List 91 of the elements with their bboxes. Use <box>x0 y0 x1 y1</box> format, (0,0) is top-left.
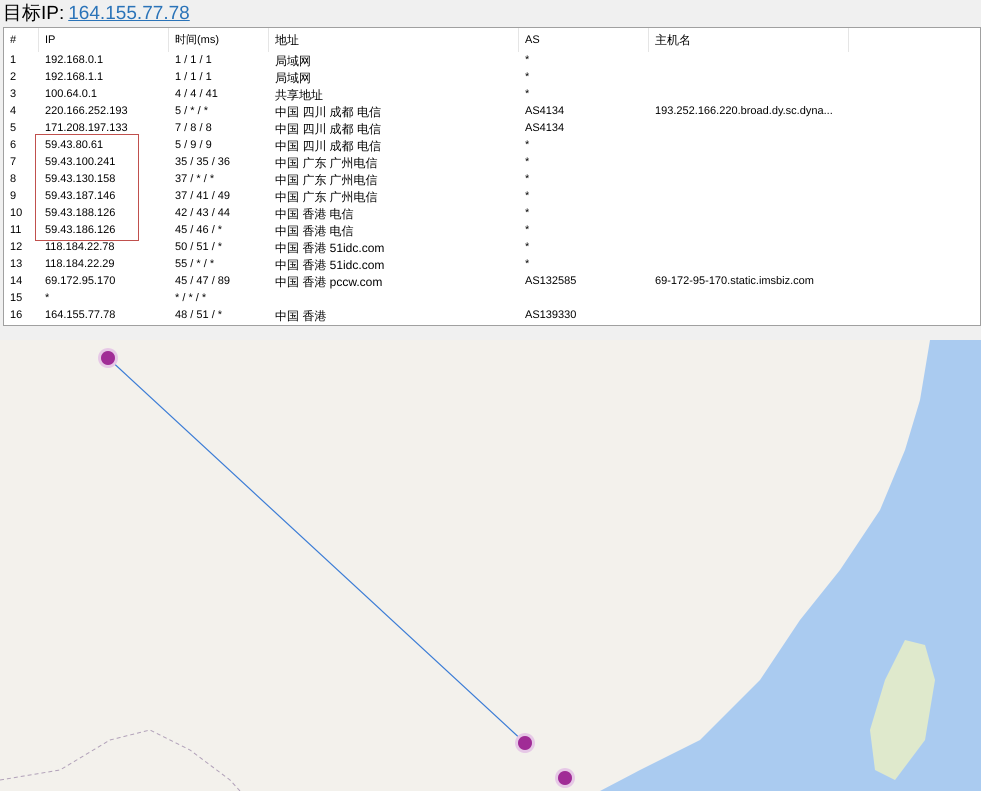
hop-number: 8 <box>10 172 16 188</box>
ip-address: 100.64.0.1 <box>45 87 97 102</box>
location-text: 中国 香港 电信 <box>275 206 354 222</box>
hostname-text: 193.252.166.220.broad.dy.sc.dyna... <box>655 104 833 120</box>
location-marker-icon <box>555 768 575 788</box>
latency-times: 1 / 1 / 1 <box>175 70 212 86</box>
latency-times: 7 / 8 / 8 <box>175 121 212 136</box>
location-text: 中国 广东 广州电信 <box>275 188 378 206</box>
ip-address: 192.168.1.1 <box>45 70 104 86</box>
column-header[interactable]: IP <box>39 28 169 52</box>
location-text: 局域网 <box>275 70 311 86</box>
location-text: 中国 广东 广州电信 <box>275 172 378 188</box>
ip-address: 59.43.130.158 <box>45 172 116 188</box>
latency-times: 5 / 9 / 9 <box>175 138 212 154</box>
latency-times: 37 / * / * <box>175 172 214 188</box>
latency-times: 37 / 41 / 49 <box>175 189 230 204</box>
latency-times: 48 / 51 / * <box>175 308 222 324</box>
ip-address: 171.208.197.133 <box>45 121 128 136</box>
hop-number: 7 <box>10 155 16 170</box>
ip-address: 192.168.0.1 <box>45 53 104 68</box>
as-number: * <box>525 240 530 256</box>
latency-times: 50 / 51 / * <box>175 240 222 256</box>
hop-number: 12 <box>10 240 22 256</box>
ip-address: 118.184.22.78 <box>45 240 115 256</box>
column-header[interactable]: # <box>4 28 39 52</box>
as-number: AS4134 <box>525 104 564 120</box>
location-text: 中国 香港 <box>275 308 326 324</box>
as-number: * <box>525 138 530 154</box>
ip-address: * <box>45 291 50 306</box>
as-number: AS4134 <box>525 121 564 136</box>
ip-address: 164.155.77.78 <box>45 308 116 324</box>
ip-address: 59.43.186.126 <box>45 223 116 238</box>
location-text: 中国 香港 51idc.com <box>275 240 384 256</box>
column-header[interactable]: 主机名 <box>649 28 849 52</box>
hop-number: 13 <box>10 257 22 272</box>
latency-times: 45 / 47 / 89 <box>175 274 230 290</box>
hop-number: 2 <box>10 70 16 86</box>
hop-number: 16 <box>10 308 22 324</box>
location-text: 中国 四川 成都 电信 <box>275 138 382 154</box>
ip-address: 59.43.187.146 <box>45 189 116 204</box>
as-number: * <box>525 87 530 102</box>
as-number: AS139330 <box>525 308 576 324</box>
location-text: 共享地址 <box>275 86 323 104</box>
latency-times: 4 / 4 / 41 <box>175 87 218 102</box>
location-text: 局域网 <box>275 52 311 70</box>
latency-times: 42 / 43 / 44 <box>175 206 230 222</box>
as-number: * <box>525 257 530 272</box>
hostname-text: 69-172-95-170.static.imsbiz.com <box>655 274 814 290</box>
location-text: 中国 广东 广州电信 <box>275 154 378 172</box>
as-number: * <box>525 155 530 170</box>
location-marker-icon <box>98 348 118 368</box>
latency-times: * / * / * <box>175 291 206 306</box>
hop-number: 4 <box>10 104 16 120</box>
hop-number: 14 <box>10 274 22 290</box>
location-marker-icon <box>515 733 535 753</box>
column-header[interactable]: AS <box>519 28 649 52</box>
as-number: * <box>525 70 530 86</box>
hop-number: 5 <box>10 121 16 136</box>
hop-number: 6 <box>10 138 16 154</box>
latency-times: 45 / 46 / * <box>175 223 222 238</box>
column-header[interactable]: 地址 <box>269 28 519 52</box>
ip-address: 59.43.188.126 <box>45 206 116 222</box>
ip-address: 69.172.95.170 <box>45 274 116 290</box>
latency-times: 35 / 35 / 36 <box>175 155 230 170</box>
column-header[interactable]: 时间(ms) <box>169 28 269 52</box>
latency-times: 1 / 1 / 1 <box>175 53 212 68</box>
location-text: 中国 四川 成都 电信 <box>275 104 382 120</box>
as-number: * <box>525 189 530 204</box>
target-ip-label: 目标IP: <box>3 4 64 23</box>
location-text: 中国 香港 pccw.com <box>275 274 382 290</box>
hop-number: 10 <box>10 206 22 222</box>
hop-number: 3 <box>10 87 16 102</box>
as-number: * <box>525 206 530 222</box>
ip-address: 59.43.80.61 <box>45 138 104 154</box>
as-number: AS132585 <box>525 274 576 290</box>
latency-times: 55 / * / * <box>175 257 214 272</box>
hop-number: 9 <box>10 189 16 204</box>
as-number: * <box>525 53 530 68</box>
hop-number: 15 <box>10 291 22 306</box>
ip-address: 220.166.252.193 <box>45 104 128 120</box>
ip-address: 59.43.100.241 <box>45 155 116 170</box>
target-ip-link[interactable]: 164.155.77.78 <box>68 4 190 23</box>
as-number: * <box>525 223 530 238</box>
ip-address: 118.184.22.29 <box>45 257 115 272</box>
location-text: 中国 四川 成都 电信 <box>275 120 382 138</box>
location-text: 中国 香港 51idc.com <box>275 256 384 274</box>
location-text: 中国 香港 电信 <box>275 222 354 240</box>
hop-number: 11 <box>10 223 22 238</box>
as-number: * <box>525 172 530 188</box>
latency-times: 5 / * / * <box>175 104 208 120</box>
hop-number: 1 <box>10 53 16 68</box>
